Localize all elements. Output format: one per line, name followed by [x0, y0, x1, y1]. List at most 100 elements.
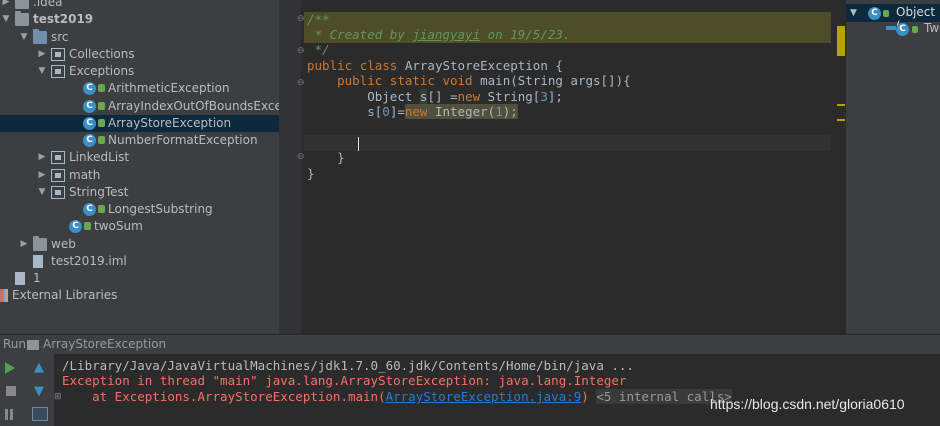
code-line: public class ArrayStoreException {: [307, 58, 563, 73]
lock-icon: [98, 205, 105, 213]
text-caret: [358, 137, 359, 151]
console-command-line: /Library/Java/JavaVirtualMachines/jdk1.7…: [62, 358, 634, 373]
arrow-up-icon[interactable]: ▲: [34, 360, 44, 375]
run-tab-label[interactable]: Run: [3, 337, 26, 351]
chevron-right-icon[interactable]: ▶: [37, 46, 47, 63]
run-config-icon: [27, 340, 39, 350]
chevron-right-icon[interactable]: ▶: [1, 0, 11, 11]
lock-icon: [98, 84, 105, 93]
tree-item-label: math: [69, 167, 101, 182]
stacktrace-link[interactable]: ArrayStoreException.java:9: [386, 389, 582, 404]
code-line: }: [307, 166, 315, 181]
class-icon: C: [868, 7, 881, 20]
tree-item-label: LongestSubstring: [108, 202, 213, 216]
run-tool-header: Run ArrayStoreException: [0, 334, 940, 355]
tree-item[interactable]: ▶ math: [0, 167, 279, 184]
tree-item[interactable]: 1: [0, 270, 279, 287]
tree-item[interactable]: C ArrayStoreException: [0, 114, 279, 132]
chevron-right-icon[interactable]: ▶: [19, 236, 29, 253]
structure-panel: ▼ C Object ( C Two: [846, 0, 940, 334]
rerun-icon[interactable]: [5, 362, 15, 374]
error-stripe[interactable]: [831, 0, 846, 334]
tree-item-label: LinkedList: [69, 150, 130, 165]
tree-item[interactable]: C ArrayIndexOutOfBoundsException: [0, 98, 279, 115]
file-icon: [15, 272, 25, 285]
package-icon: [51, 185, 65, 199]
tree-item[interactable]: ▶ LinkedList: [0, 149, 279, 166]
tree-item-label: test2019.iml: [51, 253, 127, 268]
run-toolbar: [0, 354, 26, 426]
tree-item-label: NumberFormatException: [108, 133, 258, 147]
lock-icon: [912, 26, 918, 33]
tree-item[interactable]: C NumberFormatException: [0, 132, 279, 149]
tree-item-label: ArrayIndexOutOfBoundsException: [108, 98, 279, 113]
chevron-down-icon[interactable]: ▼: [37, 184, 47, 201]
code-editor[interactable]: /** * Created by jiangyayi on 19/5/23. *…: [301, 0, 846, 334]
console-error-line: Exception in thread "main" java.lang.Arr…: [62, 373, 627, 388]
code-line: /**: [307, 12, 330, 27]
run-toolbar-secondary: ▲ ▼: [26, 354, 55, 426]
chevron-right-icon[interactable]: ▶: [37, 149, 47, 166]
chevron-right-icon[interactable]: ▶: [37, 167, 47, 184]
tree-item[interactable]: ▼ src: [0, 28, 279, 46]
tree-item-label: web: [51, 236, 76, 251]
package-icon: [51, 65, 65, 78]
arrow-down-icon[interactable]: ▼: [34, 384, 44, 399]
editor-gutter: ⊖ ⊖ ⊖ ⊖: [279, 0, 305, 334]
expand-icon[interactable]: ⊞: [54, 392, 62, 402]
pause-icon[interactable]: [5, 409, 8, 420]
tree-item[interactable]: CtwoSum: [0, 218, 279, 235]
class-icon: C: [69, 220, 82, 234]
tree-item[interactable]: External Libraries: [0, 287, 279, 304]
class-icon: C: [83, 82, 96, 96]
inherited-icon: [886, 26, 896, 30]
warning-marker[interactable]: [837, 119, 845, 121]
code-line: }: [337, 150, 345, 165]
tree-item-label: 1: [33, 271, 41, 285]
tree-item-label: ArrayStoreException: [108, 115, 232, 130]
project-tree-panel: ▶ .idea ▼ test2019 ▼ src ▶ Collections ▼ Exceptio…: [0, 0, 279, 334]
pause-icon[interactable]: [10, 409, 13, 420]
class-icon: C: [83, 116, 96, 130]
tree-item-label: StringTest: [69, 184, 129, 199]
warning-marker[interactable]: [837, 104, 845, 106]
tree-item[interactable]: test2019.iml: [0, 253, 279, 270]
structure-child[interactable]: Two: [924, 21, 940, 35]
folder-icon: [15, 0, 29, 9]
tree-item-label: twoSum: [94, 219, 143, 234]
folder-icon: [33, 235, 47, 251]
soft-wrap-icon[interactable]: [32, 407, 48, 421]
tree-item[interactable]: C ArithmeticException: [0, 80, 279, 97]
run-console[interactable]: /Library/Java/JavaVirtualMachines/jdk1.7…: [55, 354, 940, 426]
stop-icon[interactable]: [6, 386, 16, 396]
warning-marker[interactable]: [837, 26, 845, 56]
code-line: * Created by jiangyayi on 19/5/23.: [307, 27, 571, 42]
source-folder-icon: [33, 28, 47, 44]
package-icon: [51, 47, 65, 61]
code-line: */: [307, 42, 330, 57]
tree-item[interactable]: ▶ .idea: [0, 0, 279, 11]
tree-item[interactable]: ▶ web: [0, 235, 279, 253]
tree-item-label: External Libraries: [12, 288, 118, 303]
package-icon: [51, 151, 65, 165]
code-line: public static void main(String args[]){: [337, 73, 631, 88]
chevron-down-icon[interactable]: ▼: [37, 63, 47, 80]
chevron-down-icon[interactable]: ▼: [1, 11, 11, 28]
file-icon: [33, 254, 43, 268]
run-config-name[interactable]: ArrayStoreException: [43, 337, 166, 351]
tree-item[interactable]: ▼ test2019: [0, 11, 279, 28]
watermark-text: https://blog.csdn.net/gloria0610: [710, 396, 905, 412]
chevron-down-icon[interactable]: ▼: [19, 29, 29, 46]
tree-item[interactable]: ▼ StringTest: [0, 184, 279, 201]
package-icon: [51, 168, 65, 182]
tree-item[interactable]: C LongestSubstring: [0, 201, 279, 218]
lock-icon: [98, 136, 105, 144]
class-icon: C: [83, 203, 96, 216]
class-icon: C: [83, 134, 96, 147]
lock-icon: [84, 222, 91, 231]
class-icon: C: [896, 23, 909, 36]
tree-item[interactable]: ▼ Exceptions: [0, 63, 279, 80]
tree-item[interactable]: ▶ Collections: [0, 46, 279, 63]
chevron-down-icon[interactable]: ▼: [850, 8, 857, 18]
code-line: s[0]=new Integer(1);: [367, 104, 518, 119]
